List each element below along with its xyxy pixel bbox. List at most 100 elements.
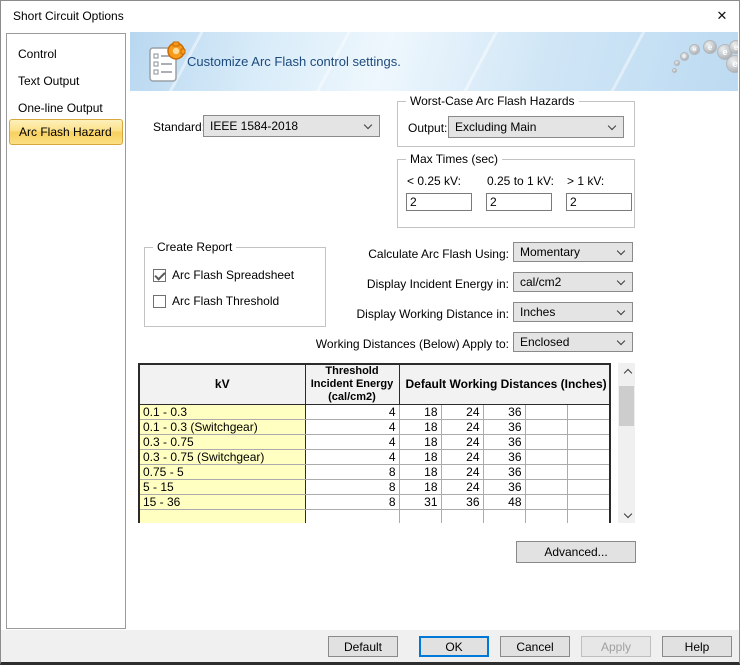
scroll-up-button[interactable] xyxy=(618,363,635,380)
value-cell[interactable] xyxy=(525,509,567,523)
chevron-down-icon xyxy=(623,509,631,517)
kv-range-cell[interactable]: 5 - 15 xyxy=(139,479,305,494)
table-row[interactable]: 5 - 158182436 xyxy=(139,479,610,494)
scroll-down-button[interactable] xyxy=(618,506,635,523)
kv-range-cell[interactable]: 0.3 - 0.75 (Switchgear) xyxy=(139,449,305,464)
value-cell[interactable]: 36 xyxy=(483,479,525,494)
table-row-partial[interactable] xyxy=(139,509,610,523)
table-scrollbar[interactable] xyxy=(618,363,635,523)
distances-apply-combobox[interactable]: Enclosed xyxy=(513,332,633,352)
arc-flash-spreadsheet-checkbox[interactable] xyxy=(153,269,166,282)
bubble-icon: e xyxy=(703,40,717,54)
value-cell[interactable]: 24 xyxy=(441,449,483,464)
value-cell[interactable] xyxy=(567,419,610,434)
value-cell[interactable] xyxy=(525,404,567,419)
worst-case-groupbox: Worst-Case Arc Flash Hazards Output: Exc… xyxy=(397,101,635,147)
ok-button[interactable]: OK xyxy=(419,636,489,657)
value-cell[interactable] xyxy=(567,509,610,523)
value-cell[interactable]: 4 xyxy=(305,434,399,449)
value-cell[interactable]: 36 xyxy=(483,449,525,464)
max-time-lt025-label: < 0.25 kV: xyxy=(407,174,461,188)
value-cell[interactable]: 24 xyxy=(441,419,483,434)
advanced-button[interactable]: Advanced... xyxy=(516,541,636,563)
value-cell[interactable] xyxy=(525,464,567,479)
sidebar-item-control[interactable]: Control xyxy=(9,41,123,67)
value-cell[interactable]: 24 xyxy=(441,464,483,479)
value-cell[interactable]: 4 xyxy=(305,404,399,419)
kv-range-cell[interactable]: 0.3 - 0.75 xyxy=(139,434,305,449)
value-cell[interactable]: 24 xyxy=(441,434,483,449)
value-cell[interactable]: 24 xyxy=(441,404,483,419)
value-cell[interactable]: 36 xyxy=(483,464,525,479)
working-distance-table: kV Threshold Incident Energy (cal/cm2) D… xyxy=(138,363,635,523)
window-title: Short Circuit Options xyxy=(13,1,124,31)
value-cell[interactable]: 48 xyxy=(483,494,525,509)
value-cell[interactable]: 8 xyxy=(305,494,399,509)
value-cell[interactable] xyxy=(441,509,483,523)
bubble-icon: e xyxy=(726,55,738,73)
incident-energy-combobox[interactable]: cal/cm2 xyxy=(513,272,633,292)
bubble-icon: e xyxy=(689,44,700,55)
table-row[interactable]: 0.1 - 0.3 (Switchgear)4182436 xyxy=(139,419,610,434)
table-row[interactable]: 0.75 - 58182436 xyxy=(139,464,610,479)
value-cell[interactable]: 18 xyxy=(399,434,441,449)
value-cell[interactable]: 24 xyxy=(441,479,483,494)
max-time-025to1-input[interactable] xyxy=(486,193,552,211)
value-cell[interactable] xyxy=(525,419,567,434)
close-button[interactable]: ✕ xyxy=(705,1,739,31)
value-cell[interactable] xyxy=(525,494,567,509)
working-distance-combobox[interactable]: Inches xyxy=(513,302,633,322)
sidebar-item-one-line-output[interactable]: One-line Output xyxy=(9,95,123,121)
value-cell[interactable] xyxy=(525,479,567,494)
value-cell[interactable] xyxy=(525,449,567,464)
scrollbar-thumb[interactable] xyxy=(619,386,634,426)
sidebar-item-text-output[interactable]: Text Output xyxy=(9,68,123,94)
default-button[interactable]: Default xyxy=(328,636,398,657)
value-cell[interactable]: 36 xyxy=(483,434,525,449)
kv-range-cell[interactable]: 0.1 - 0.3 xyxy=(139,404,305,419)
kv-range-cell[interactable] xyxy=(139,509,305,523)
value-cell[interactable]: 36 xyxy=(441,494,483,509)
value-cell[interactable] xyxy=(399,509,441,523)
table-row[interactable]: 0.3 - 0.75 (Switchgear)4182436 xyxy=(139,449,610,464)
kv-range-cell[interactable]: 0.1 - 0.3 (Switchgear) xyxy=(139,419,305,434)
value-cell[interactable]: 4 xyxy=(305,419,399,434)
value-cell[interactable] xyxy=(567,479,610,494)
value-cell[interactable] xyxy=(483,509,525,523)
arc-flash-threshold-checkbox[interactable] xyxy=(153,295,166,308)
value-cell[interactable]: 18 xyxy=(399,404,441,419)
value-cell[interactable] xyxy=(525,434,567,449)
value-cell[interactable]: 18 xyxy=(399,419,441,434)
value-cell[interactable]: 36 xyxy=(483,419,525,434)
max-time-lt025-input[interactable] xyxy=(406,193,472,211)
value-cell[interactable] xyxy=(305,509,399,523)
calc-using-combobox[interactable]: Momentary xyxy=(513,242,633,262)
sidebar-item-arc-flash-hazard[interactable]: Arc Flash Hazard xyxy=(9,119,123,145)
value-cell[interactable]: 8 xyxy=(305,479,399,494)
value-cell[interactable]: 18 xyxy=(399,449,441,464)
value-cell[interactable] xyxy=(567,434,610,449)
table-row[interactable]: 15 - 368313648 xyxy=(139,494,610,509)
kv-range-cell[interactable]: 15 - 36 xyxy=(139,494,305,509)
value-cell[interactable]: 8 xyxy=(305,464,399,479)
cancel-button[interactable]: Cancel xyxy=(500,636,570,657)
value-cell[interactable]: 36 xyxy=(483,404,525,419)
apply-button[interactable]: Apply xyxy=(581,636,651,657)
value-cell[interactable] xyxy=(567,404,610,419)
value-cell[interactable]: 31 xyxy=(399,494,441,509)
help-button[interactable]: Help xyxy=(662,636,732,657)
value-cell[interactable] xyxy=(567,494,610,509)
arc-flash-threshold-label[interactable]: Arc Flash Threshold xyxy=(172,294,279,308)
value-cell[interactable] xyxy=(567,464,610,479)
kv-range-cell[interactable]: 0.75 - 5 xyxy=(139,464,305,479)
value-cell[interactable]: 4 xyxy=(305,449,399,464)
table-row[interactable]: 0.1 - 0.34182436 xyxy=(139,404,610,419)
standard-combobox[interactable]: IEEE 1584-2018 xyxy=(203,115,380,137)
value-cell[interactable] xyxy=(567,449,610,464)
output-combobox[interactable]: Excluding Main xyxy=(448,116,624,138)
table-row[interactable]: 0.3 - 0.754182436 xyxy=(139,434,610,449)
value-cell[interactable]: 18 xyxy=(399,479,441,494)
bubble-icon xyxy=(674,60,680,66)
value-cell[interactable]: 18 xyxy=(399,464,441,479)
max-time-gt1-input[interactable] xyxy=(566,193,632,211)
